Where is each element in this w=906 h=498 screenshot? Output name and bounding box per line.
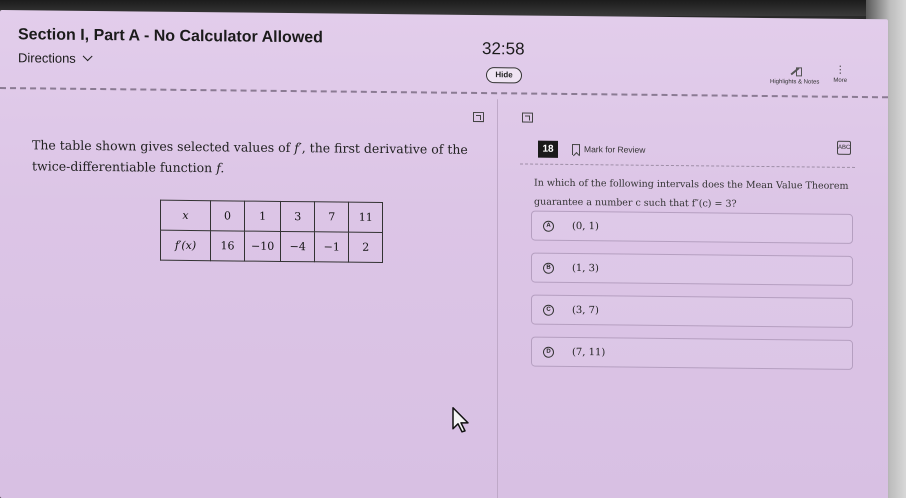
table-cell: −4 [280,231,315,262]
table-header-x: x [160,200,211,231]
section-title: Section I, Part A - No Calculator Allowe… [18,26,323,47]
bookmark-icon[interactable] [572,143,580,156]
choice-letter: A [543,220,554,232]
table-cell: 16 [210,230,245,262]
expand-passage-icon[interactable] [473,111,484,123]
answer-eliminator-button[interactable]: ABC [837,140,851,155]
choice-text: (1, 3) [572,262,599,274]
table-header-fprime: f′(x) [160,230,211,261]
choice-text: (7, 11) [572,346,606,358]
passage-stem: The table shown gives selected values of… [32,134,492,181]
values-table: x 0 1 3 7 11 f′(x) 16 −10 −4 −1 2 [160,200,383,263]
choice-d[interactable]: D (7, 11) [531,336,853,370]
table-cell: 0 [210,200,245,232]
choice-text: (0, 1) [572,220,599,232]
exam-screen: Section I, Part A - No Calculator Allowe… [0,10,888,498]
table-cell: 1 [244,201,281,232]
table-cell: −1 [314,231,349,263]
mouse-cursor-icon [452,406,469,433]
highlighter-icon [788,66,802,76]
table-row: x 0 1 3 7 11 [160,200,383,233]
table-cell: 2 [348,232,383,263]
question-text: In which of the following intervals does… [534,174,864,215]
directions-dropdown[interactable]: Directions [18,50,93,66]
choice-text: (3, 7) [572,304,599,316]
mark-for-review[interactable]: Mark for Review [584,144,645,155]
table-cell: 11 [348,202,383,233]
more-label: More [833,77,848,84]
choice-letter: C [543,304,554,316]
choice-letter: D [543,346,554,358]
chevron-down-icon [82,51,93,62]
more-button[interactable]: ⋮ More [833,64,848,84]
expand-question-icon[interactable] [522,112,533,123]
highlights-notes-button[interactable]: Highlights & Notes [770,66,819,86]
header-divider [0,87,888,99]
stem-function: f. [216,160,225,176]
toolbar: Highlights & Notes ⋮ More [770,64,848,86]
hide-timer-button[interactable]: Hide [486,67,522,84]
stem-text-1-end: , the first derivative of the [301,140,468,157]
choice-c[interactable]: C (3, 7) [531,294,853,328]
choice-a[interactable]: A (0, 1) [531,210,853,244]
table-row: f′(x) 16 −10 −4 −1 2 [160,230,383,263]
choice-letter: B [543,262,554,274]
directions-label: Directions [18,50,76,66]
table-cell: 7 [314,201,349,233]
stem-text-2: twice-differentiable function [32,158,213,176]
table-cell: 3 [280,201,315,232]
highlights-label: Highlights & Notes [770,79,820,86]
question-number: 18 [538,140,558,158]
timer: 32:58 [482,39,525,59]
more-vertical-icon: ⋮ [835,64,846,76]
stem-symbol: f′ [294,140,302,156]
question-divider [520,163,855,168]
stem-text-1: The table shown gives selected values of [32,137,291,156]
table-cell: −10 [244,231,281,262]
choice-b[interactable]: B (1, 3) [531,252,853,286]
pane-divider[interactable] [497,99,498,498]
